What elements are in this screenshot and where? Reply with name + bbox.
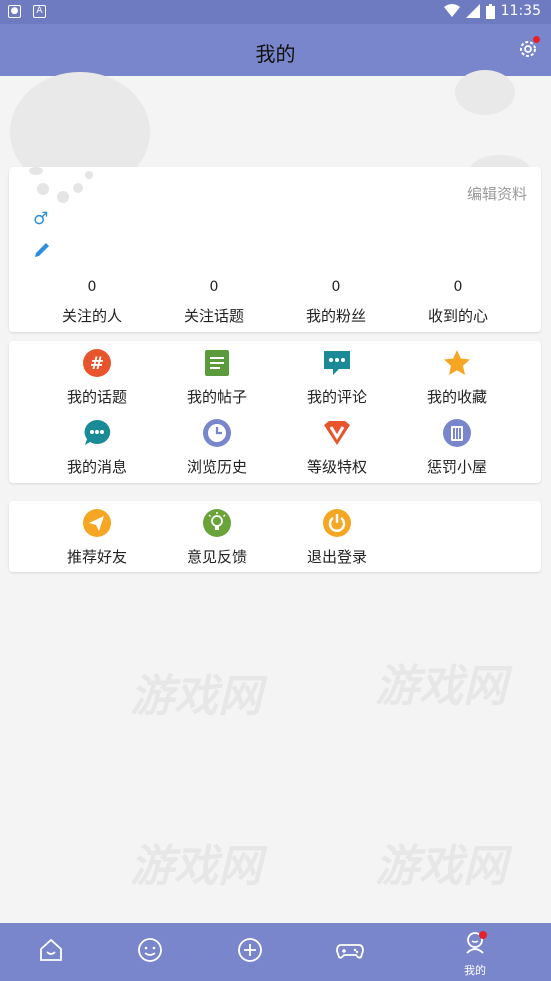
lightbulb-icon	[203, 509, 231, 537]
stat-label: 我的粉丝	[305, 307, 366, 325]
menu-label: 推荐好友	[66, 548, 127, 566]
menu-row: # 我的话题 我的帖子 我的评论 我的收藏	[37, 349, 517, 407]
notification-dot	[533, 36, 540, 43]
punishment-house-button[interactable]: 惩罚小屋	[397, 419, 517, 477]
menu-label: 意见反馈	[186, 548, 247, 566]
edit-bio-button[interactable]	[33, 241, 51, 263]
svg-text:#: #	[90, 354, 104, 374]
avatar-placeholder	[29, 167, 99, 207]
gamepad-icon	[336, 944, 364, 959]
stat-value: 0	[209, 279, 219, 295]
stat-value: 0	[331, 279, 341, 295]
document-icon	[205, 350, 229, 376]
edit-profile-link[interactable]: 编辑资料	[467, 183, 527, 204]
menu-card: # 我的话题 我的帖子 我的评论 我的收藏 我的消息 浏览历史 等级特权 惩罚小…	[9, 341, 541, 483]
clock-icon	[203, 419, 231, 447]
watermark: 游戏网	[375, 661, 507, 712]
star-icon	[444, 350, 470, 375]
menu-label: 我的消息	[66, 458, 127, 476]
stat-topics[interactable]: 0 关注话题	[153, 279, 275, 326]
stat-fans[interactable]: 0 我的粉丝	[275, 279, 397, 326]
watermark: 游戏网	[375, 841, 507, 892]
shield-icon: ●	[8, 5, 21, 18]
comment-icon	[324, 351, 350, 375]
hashtag-icon: #	[83, 349, 111, 377]
browse-history-button[interactable]: 浏览历史	[157, 419, 277, 477]
profile-card: 编辑资料 ♂ 0 关注的人 0 关注话题 0 我的粉丝 0 收到的心	[9, 167, 541, 332]
stat-following[interactable]: 0 关注的人	[31, 279, 153, 326]
status-bar: ● A 11:35	[0, 0, 551, 24]
menu-label: 我的评论	[306, 388, 367, 406]
menu-label: 退出登录	[306, 548, 367, 566]
wifi-icon	[443, 4, 460, 17]
stat-hearts[interactable]: 0 收到的心	[397, 279, 519, 326]
stat-label: 关注的人	[61, 307, 122, 325]
home-icon	[40, 938, 62, 961]
a-icon: A	[33, 5, 46, 18]
menu-label: 等级特权	[306, 458, 367, 476]
settings-button[interactable]	[517, 36, 540, 60]
stat-label: 关注话题	[183, 307, 244, 325]
nav-me[interactable]: 我的	[455, 929, 495, 977]
nav-games[interactable]	[336, 937, 364, 965]
signal-icon	[465, 4, 480, 18]
menu-label: 我的话题	[66, 388, 127, 406]
nav-emoji[interactable]	[137, 937, 165, 965]
pencil-icon	[35, 243, 49, 257]
bottom-nav: 我的	[0, 923, 551, 981]
power-icon	[323, 509, 351, 537]
my-topics-button[interactable]: # 我的话题	[37, 349, 157, 407]
message-icon	[84, 419, 111, 445]
recommend-friends-button[interactable]: 推荐好友	[37, 509, 157, 567]
watermark: 游戏网	[130, 841, 262, 892]
page-title: 我的	[255, 42, 296, 66]
nav-me-dot	[479, 931, 487, 939]
nav-add[interactable]	[237, 937, 265, 965]
vip-icon	[324, 421, 350, 445]
my-posts-button[interactable]: 我的帖子	[157, 349, 277, 407]
my-messages-button[interactable]: 我的消息	[37, 419, 157, 477]
menu-label: 我的收藏	[426, 388, 487, 406]
extra-card: 推荐好友 意见反馈 退出登录	[9, 501, 541, 572]
share-icon	[83, 509, 111, 537]
menu-row: 我的消息 浏览历史 等级特权 惩罚小屋	[37, 419, 517, 477]
gender-icon: ♂	[33, 209, 49, 229]
nav-home[interactable]	[38, 937, 66, 965]
my-comments-button[interactable]: 我的评论	[277, 349, 397, 407]
menu-label: 我的帖子	[186, 388, 247, 406]
nav-me-label: 我的	[464, 964, 486, 977]
plus-circle-icon	[238, 938, 262, 962]
battery-icon	[485, 3, 495, 19]
watermark: 游戏网	[130, 671, 262, 722]
stat-label: 收到的心	[427, 307, 488, 325]
status-time: 11:35	[500, 3, 541, 19]
extra-row: 推荐好友 意见反馈 退出登录	[37, 509, 517, 567]
title-bar: 我的	[0, 24, 551, 76]
bg-circle	[455, 70, 515, 115]
smile-icon	[138, 938, 162, 962]
menu-label: 惩罚小屋	[426, 458, 487, 476]
feedback-button[interactable]: 意见反馈	[157, 509, 277, 567]
stats-row: 0 关注的人 0 关注话题 0 我的粉丝 0 收到的心	[9, 279, 541, 326]
house-icon	[443, 419, 471, 447]
logout-button[interactable]: 退出登录	[277, 509, 397, 567]
stat-value: 0	[453, 279, 463, 295]
level-privileges-button[interactable]: 等级特权	[277, 419, 397, 477]
stat-value: 0	[87, 279, 97, 295]
my-favorites-button[interactable]: 我的收藏	[397, 349, 517, 407]
menu-label: 浏览历史	[186, 458, 247, 476]
